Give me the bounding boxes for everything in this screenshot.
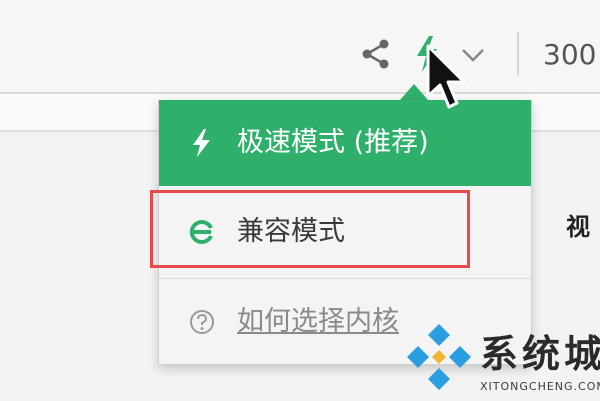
toolbar-separator: [517, 32, 519, 76]
share-icon[interactable]: [358, 36, 394, 72]
lightning-icon: [187, 128, 217, 158]
highlight-annotation-box: [150, 190, 470, 268]
mouse-cursor-icon: [424, 44, 472, 116]
help-circle-icon: [187, 307, 217, 337]
choose-kernel-label: 如何选择内核: [237, 305, 399, 337]
zoom-level[interactable]: 300: [543, 38, 596, 72]
watermark-subtitle: XITONGCHENG.COM: [480, 380, 600, 393]
fast-mode-label: 极速模式 (推荐): [237, 127, 429, 158]
watermark-title: 系统城: [480, 332, 600, 376]
watermark-logo-icon: [402, 320, 476, 394]
browser-toolbar: 300: [0, 0, 600, 94]
fast-mode-menu-item[interactable]: 极速模式 (推荐): [159, 100, 531, 186]
page-text-fragment: 视: [566, 213, 590, 241]
